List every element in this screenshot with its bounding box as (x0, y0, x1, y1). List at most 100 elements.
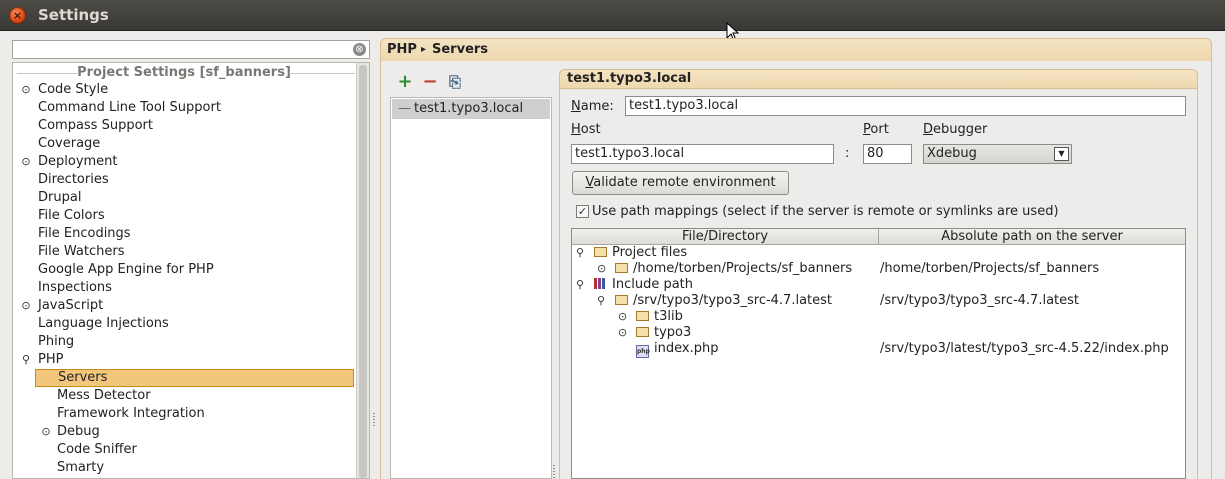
middle-splitter[interactable] (552, 40, 558, 479)
column-header-server-path[interactable]: Absolute path on the server (879, 229, 1185, 245)
file-directory-cell: Include path (594, 277, 693, 293)
folder-icon (636, 327, 649, 337)
sidebar-item-google-app-engine-for-php[interactable]: Google App Engine for PHP (13, 261, 354, 279)
collapsed-toggle-icon[interactable]: ⊙ (19, 81, 33, 99)
table-row[interactable]: ⚲ /srv/typo3/typo3_src-4.7.latest/srv/typ… (572, 293, 1185, 309)
settings-search-input[interactable]: ⊗ (12, 40, 370, 59)
sidebar-item-command-line-tool-support[interactable]: Command Line Tool Support (13, 99, 354, 117)
sidebar-item-mess-detector[interactable]: Mess Detector (35, 387, 354, 405)
close-icon[interactable]: × (9, 7, 26, 24)
copy-server-button[interactable]: ⎘ (446, 73, 464, 91)
table-row[interactable]: ⊙ /home/torben/Projects/sf_banners/home/t… (572, 261, 1185, 277)
left-splitter[interactable] (371, 40, 377, 479)
table-row[interactable]: php index.php/srv/typo3/latest/typo3_src-… (572, 341, 1185, 358)
expanded-toggle-icon[interactable]: ⚲ (576, 277, 584, 293)
server-name-field[interactable]: test1.typo3.local (625, 96, 1186, 116)
sidebar-item-file-encodings[interactable]: File Encodings (13, 225, 354, 243)
collapsed-toggle-icon[interactable]: ⊙ (618, 325, 627, 341)
column-header-file-directory[interactable]: File/Directory (572, 229, 879, 245)
server-list[interactable]: — test1.typo3.local (390, 97, 552, 479)
sidebar-item-directories[interactable]: Directories (13, 171, 354, 189)
sidebar-item-file-colors[interactable]: File Colors (13, 207, 354, 225)
tree-scrollbar-thumb[interactable] (359, 65, 367, 478)
tree-scrollbar[interactable] (356, 63, 369, 478)
sidebar-item-drupal[interactable]: Drupal (13, 189, 354, 207)
sidebar-item-label: Drupal (38, 190, 82, 205)
sidebar-item-file-watchers[interactable]: File Watchers (13, 243, 354, 261)
sidebar-item-javascript[interactable]: ⊙ JavaScript (13, 297, 354, 315)
collapsed-toggle-icon[interactable]: ⊙ (19, 153, 33, 171)
path-mappings-table[interactable]: File/Directory Absolute path on the serv… (571, 228, 1186, 479)
file-directory-name: index.php (654, 341, 719, 356)
remove-server-button[interactable]: − (421, 73, 439, 91)
sidebar-item-label: Servers (58, 370, 108, 385)
sidebar-item-label: Google App Engine for PHP (38, 262, 214, 277)
folder-icon (594, 247, 607, 257)
expanded-toggle-icon[interactable]: ⚲ (576, 245, 584, 261)
sidebar-item-label: Command Line Tool Support (38, 100, 221, 115)
sidebar-item-label: Language Injections (38, 316, 169, 331)
collapsed-toggle-icon[interactable]: ⊙ (19, 297, 33, 315)
chevron-down-icon[interactable]: ▼ (1054, 147, 1069, 161)
sidebar-item-servers[interactable]: Servers (35, 369, 354, 387)
clear-search-icon[interactable]: ⊗ (353, 43, 366, 56)
file-directory-cell: typo3 (636, 325, 691, 341)
settings-tree[interactable]: Project Settings [sf_banners] ⊙ Code Styl… (12, 62, 370, 479)
use-path-mappings-label: Use path mappings (select if the server … (592, 204, 1059, 219)
sidebar-item-debug[interactable]: ⊙ Debug (35, 423, 354, 441)
sidebar-item-framework-integration[interactable]: Framework Integration (35, 405, 354, 423)
file-directory-cell: php index.php (636, 341, 719, 358)
validate-remote-environment-button[interactable]: Validate remote environment (572, 171, 789, 195)
collapsed-toggle-icon[interactable]: ⊙ (39, 423, 53, 441)
file-directory-name: Include path (612, 277, 694, 292)
table-row[interactable]: ⚲ Include path (572, 277, 1185, 293)
expanded-toggle-icon[interactable]: ⚲ (19, 351, 33, 369)
sidebar-item-language-injections[interactable]: Language Injections (13, 315, 354, 333)
sidebar-item-smarty[interactable]: Smarty (35, 459, 354, 477)
add-server-button[interactable]: + (396, 73, 414, 91)
sidebar-item-deployment[interactable]: ⊙ Deployment (13, 153, 354, 171)
table-row[interactable]: ⊙ t3lib (572, 309, 1185, 325)
folder-icon (636, 311, 649, 321)
sidebar-item-code-style[interactable]: ⊙ Code Style (13, 81, 354, 99)
file-directory-name: typo3 (654, 325, 692, 340)
use-path-mappings-checkbox[interactable]: ✓ (576, 205, 589, 218)
table-row[interactable]: ⚲ Project files (572, 245, 1185, 261)
collapsed-toggle-icon[interactable]: ⊙ (618, 309, 627, 325)
server-detail-title: test1.typo3.local (567, 71, 692, 86)
collapsed-toggle-icon[interactable]: ⊙ (597, 261, 606, 277)
php-file-icon: php (636, 345, 650, 358)
name-label: Name: (571, 99, 614, 114)
server-detail-header: test1.typo3.local (559, 69, 1198, 89)
server-item-prefix: — (398, 101, 411, 116)
server-path-cell[interactable]: /srv/typo3/latest/typo3_src-4.5.22/index… (880, 341, 1169, 357)
file-directory-name: /srv/typo3/typo3_src-4.7.latest (633, 293, 833, 308)
server-list-item[interactable]: — test1.typo3.local (392, 99, 550, 119)
debugger-label: Debugger (923, 122, 988, 137)
window-title: Settings (38, 6, 109, 24)
debugger-select[interactable]: Xdebug ▼ (923, 144, 1072, 164)
expanded-toggle-icon[interactable]: ⚲ (597, 293, 605, 309)
host-field[interactable]: test1.typo3.local (571, 144, 834, 164)
file-directory-name: /home/torben/Projects/sf_banners (633, 261, 853, 276)
server-path-cell[interactable]: /home/torben/Projects/sf_banners (880, 261, 1099, 277)
sidebar-item-phing[interactable]: Phing (13, 333, 354, 351)
sidebar-item-label: PHP (38, 352, 64, 367)
sidebar-item-code-sniffer[interactable]: Code Sniffer (35, 441, 354, 459)
sidebar-item-inspections[interactable]: Inspections (13, 279, 354, 297)
sidebar-item-label: Debug (57, 424, 100, 439)
port-field[interactable]: 80 (863, 144, 912, 164)
debugger-selected-value: Xdebug (927, 146, 977, 161)
sidebar-item-label: Coverage (38, 136, 101, 151)
sidebar-item-coverage[interactable]: Coverage (13, 135, 354, 153)
sidebar-item-compass-support[interactable]: Compass Support (13, 117, 354, 135)
sidebar-item-label: Smarty (57, 460, 105, 475)
host-port-colon: : (845, 146, 850, 161)
sidebar-item-php[interactable]: ⚲ PHP (13, 351, 354, 369)
sidebar-item-label: Mess Detector (57, 388, 151, 403)
sidebar-item-label: Code Sniffer (57, 442, 137, 457)
host-label: Host (571, 122, 601, 137)
table-row[interactable]: ⊙ typo3 (572, 325, 1185, 341)
file-directory-name: t3lib (654, 309, 683, 324)
server-path-cell[interactable]: /srv/typo3/typo3_src-4.7.latest (880, 293, 1079, 309)
